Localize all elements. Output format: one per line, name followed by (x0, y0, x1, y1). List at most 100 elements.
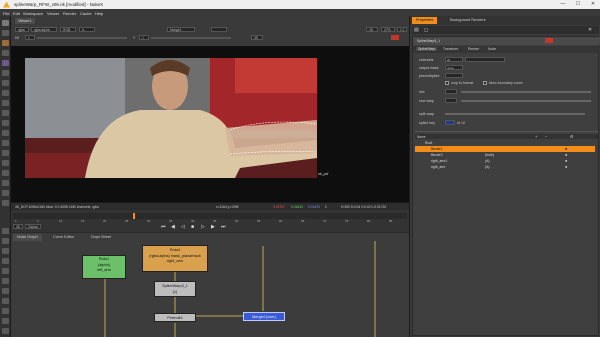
menu-render[interactable]: Render (63, 11, 76, 16)
menu-help[interactable]: Help (95, 11, 103, 16)
preview-tool-icon[interactable] (2, 328, 9, 334)
points-tool-icon[interactable] (2, 248, 9, 254)
particles-tool-icon[interactable] (2, 180, 9, 186)
tab-properties[interactable]: Properties (412, 17, 438, 24)
close-button[interactable]: ✕ (586, 1, 600, 8)
keyer-tool-icon[interactable] (2, 80, 9, 86)
root-warp-slider[interactable] (461, 100, 591, 102)
maximize-button[interactable]: ☐ (571, 1, 585, 8)
remove-icon[interactable]: − (545, 134, 547, 139)
time-tool-icon[interactable] (2, 40, 9, 46)
viewer-tab[interactable]: Viewer1 (15, 18, 35, 24)
list-item-right-arm[interactable]: right_arm (A) ● (415, 164, 595, 170)
root-warp-field[interactable] (445, 98, 457, 103)
menu-edit[interactable]: Edit (13, 11, 20, 16)
clip-warning-icon[interactable] (391, 35, 399, 40)
prev-frame-icon[interactable]: ◀ (171, 224, 175, 230)
transform-tool-icon[interactable] (2, 100, 9, 106)
gamma-field[interactable]: 1 (139, 35, 149, 40)
node-name-field[interactable]: SplineWarp3_1 (417, 39, 440, 43)
filter-tool-icon[interactable] (2, 70, 9, 76)
pin-tool-icon[interactable] (2, 298, 9, 304)
menu-file[interactable]: File (3, 11, 9, 16)
metadata-tool-icon[interactable] (2, 130, 9, 136)
float-icon[interactable]: ◻ (424, 27, 428, 33)
3d-tool-icon[interactable] (2, 110, 9, 116)
deep-tool-icon[interactable] (2, 190, 9, 196)
stop-icon[interactable]: ■ (191, 224, 194, 230)
tab-dope-sheet[interactable]: Dope Sheet (87, 234, 115, 241)
roto1-node[interactable]: Roto1 (alpha) left_arm (82, 255, 126, 279)
visibility-icon[interactable]: ● (565, 146, 567, 151)
output-mask-select[interactable]: none (445, 65, 463, 70)
fps-select[interactable]: 2D (366, 27, 378, 32)
zoom-select[interactable]: 27% (381, 27, 395, 32)
node-graph[interactable]: Roto1 (alpha) left_arm Roto4 (rgba.alpha… (11, 241, 409, 337)
premultiplied-select[interactable] (445, 73, 463, 78)
tab-node-graph[interactable]: Node Graph (13, 234, 42, 241)
channel-select[interactable]: rgba.alpha (31, 27, 57, 32)
a-input-select[interactable]: A (79, 27, 95, 32)
subtab-render[interactable]: Render (468, 47, 479, 51)
rect-tool-icon[interactable] (2, 288, 9, 294)
channels-select[interactable]: all (445, 57, 463, 62)
bspline-tool-icon[interactable] (2, 268, 9, 274)
clear-icon[interactable]: ✕ (588, 27, 592, 33)
color-tool-icon[interactable] (2, 60, 9, 66)
tab-background-renders[interactable]: Background Renders (446, 17, 490, 24)
subtab-node[interactable]: Node (488, 47, 496, 51)
split-warp-slider[interactable] (445, 113, 585, 115)
views-tool-icon[interactable] (2, 120, 9, 126)
add-icon[interactable]: + (535, 134, 537, 139)
image-tool-icon[interactable] (2, 20, 9, 26)
node-color-swatch[interactable] (545, 38, 553, 43)
play-back-icon[interactable]: ◁ (181, 224, 185, 230)
colorspace-select[interactable]: RGB (60, 27, 76, 32)
join-tool-icon[interactable] (2, 308, 9, 314)
timeline[interactable]: 1 5 10 15 20 25 30 35 40 45 50 55 60 65 70 75 80 85 35 Gl… (11, 210, 409, 232)
first-frame-icon[interactable]: ⏮ (161, 224, 166, 230)
merge-node[interactable]: Merge4 (over) (243, 312, 285, 321)
next-frame-icon[interactable]: ▶ (211, 224, 215, 230)
subtab-transform[interactable]: Transform (443, 47, 458, 51)
b-input-select[interactable]: Merge4 (167, 27, 195, 32)
lock-icon[interactable]: ▤ (414, 27, 419, 33)
gain-field[interactable]: 1 (25, 35, 35, 40)
visibility-icon[interactable]: ● (565, 164, 567, 169)
mix-slider[interactable] (461, 91, 591, 93)
splinewarp-node[interactable]: SplineWarp3_1 (1) (154, 281, 196, 297)
merge-tool-icon[interactable] (2, 90, 9, 96)
menu-cache[interactable]: Cache (80, 11, 92, 16)
premult-node[interactable]: Premult4 (154, 313, 196, 322)
visibility-icon[interactable]: ● (565, 158, 567, 163)
furnace-tool-icon[interactable] (2, 160, 9, 166)
select-tool-icon[interactable] (2, 238, 9, 244)
subtab-splinewarp[interactable]: SplineWarp (416, 47, 438, 51)
gamma-slider[interactable] (151, 37, 231, 39)
menu-viewer[interactable]: Viewer (47, 11, 59, 16)
menu-workspace[interactable]: Workspace (23, 11, 43, 16)
gizmo-tool-icon[interactable] (2, 200, 9, 206)
play-icon[interactable]: ▷ (201, 224, 205, 230)
ellipse-tool-icon[interactable] (2, 278, 9, 284)
visibility-icon[interactable]: ● (565, 152, 567, 157)
dim-select[interactable]: 1:1 (397, 27, 407, 32)
wipe-select[interactable] (211, 27, 227, 32)
playhead[interactable] (133, 213, 135, 219)
bezier-tool-icon[interactable] (2, 258, 9, 264)
frame-field[interactable]: 35 (251, 35, 263, 40)
correspondence-tool-icon[interactable] (2, 318, 9, 324)
current-frame-field[interactable]: 35 (13, 224, 23, 229)
spline-key-field[interactable] (445, 120, 455, 125)
minimize-button[interactable]: — (556, 1, 570, 8)
channel-tool-icon[interactable] (2, 50, 9, 56)
layer-select[interactable]: rgba (15, 27, 29, 32)
ocula-tool-icon[interactable] (2, 170, 9, 176)
options-icon[interactable]: ⚙ (570, 134, 574, 139)
gain-slider[interactable] (37, 37, 127, 39)
roto4-node[interactable]: Roto4 (rgba.alpha) mask_planartrack righ… (142, 245, 208, 272)
last-frame-icon[interactable]: ⏭ (221, 224, 226, 230)
mix-field[interactable] (445, 89, 457, 94)
channels-sub-select[interactable] (465, 57, 505, 62)
draw-tool-icon[interactable] (2, 30, 9, 36)
